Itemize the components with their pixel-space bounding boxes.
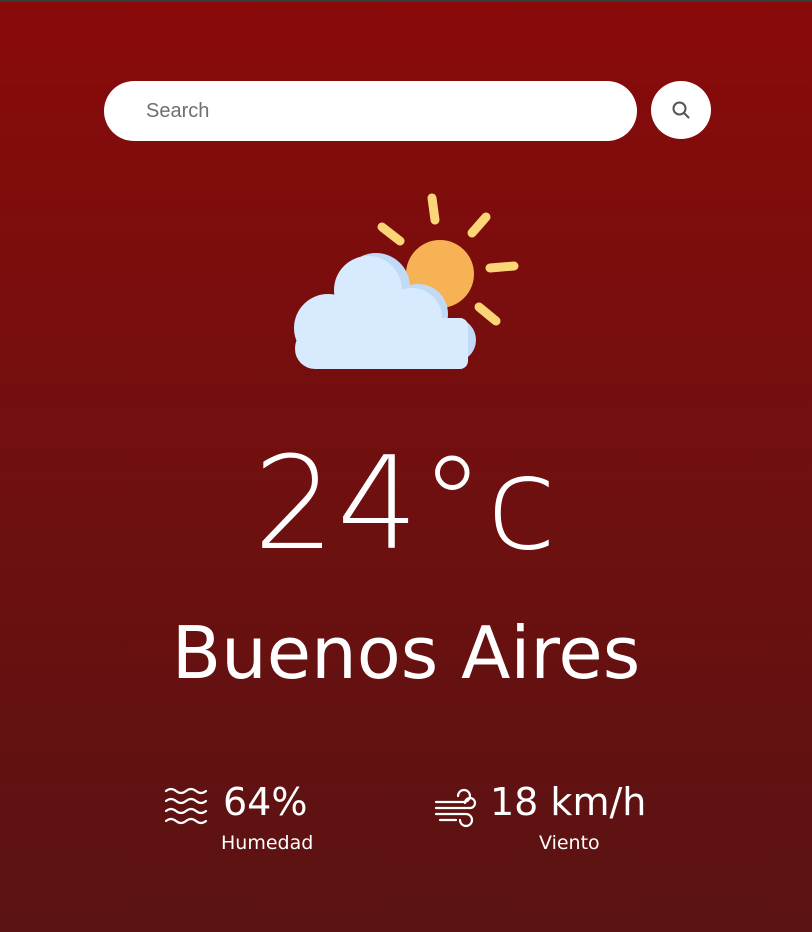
- humidity-label: Humedad: [221, 832, 314, 854]
- waves-icon: [164, 787, 208, 825]
- temperature: 24°c: [253, 430, 559, 579]
- city-name: Buenos Aires: [171, 611, 641, 695]
- search-bar[interactable]: [104, 81, 637, 141]
- partly-cloudy-icon: [294, 193, 519, 369]
- wind-value: 18 km/h: [490, 780, 647, 824]
- humidity-value: 64%: [223, 780, 308, 824]
- search-button[interactable]: [651, 81, 711, 139]
- window-top-border: [0, 0, 812, 2]
- wind-icon: [434, 788, 477, 828]
- search-icon: [672, 101, 690, 119]
- search-input[interactable]: [144, 98, 637, 124]
- wind-label: Viento: [539, 832, 600, 854]
